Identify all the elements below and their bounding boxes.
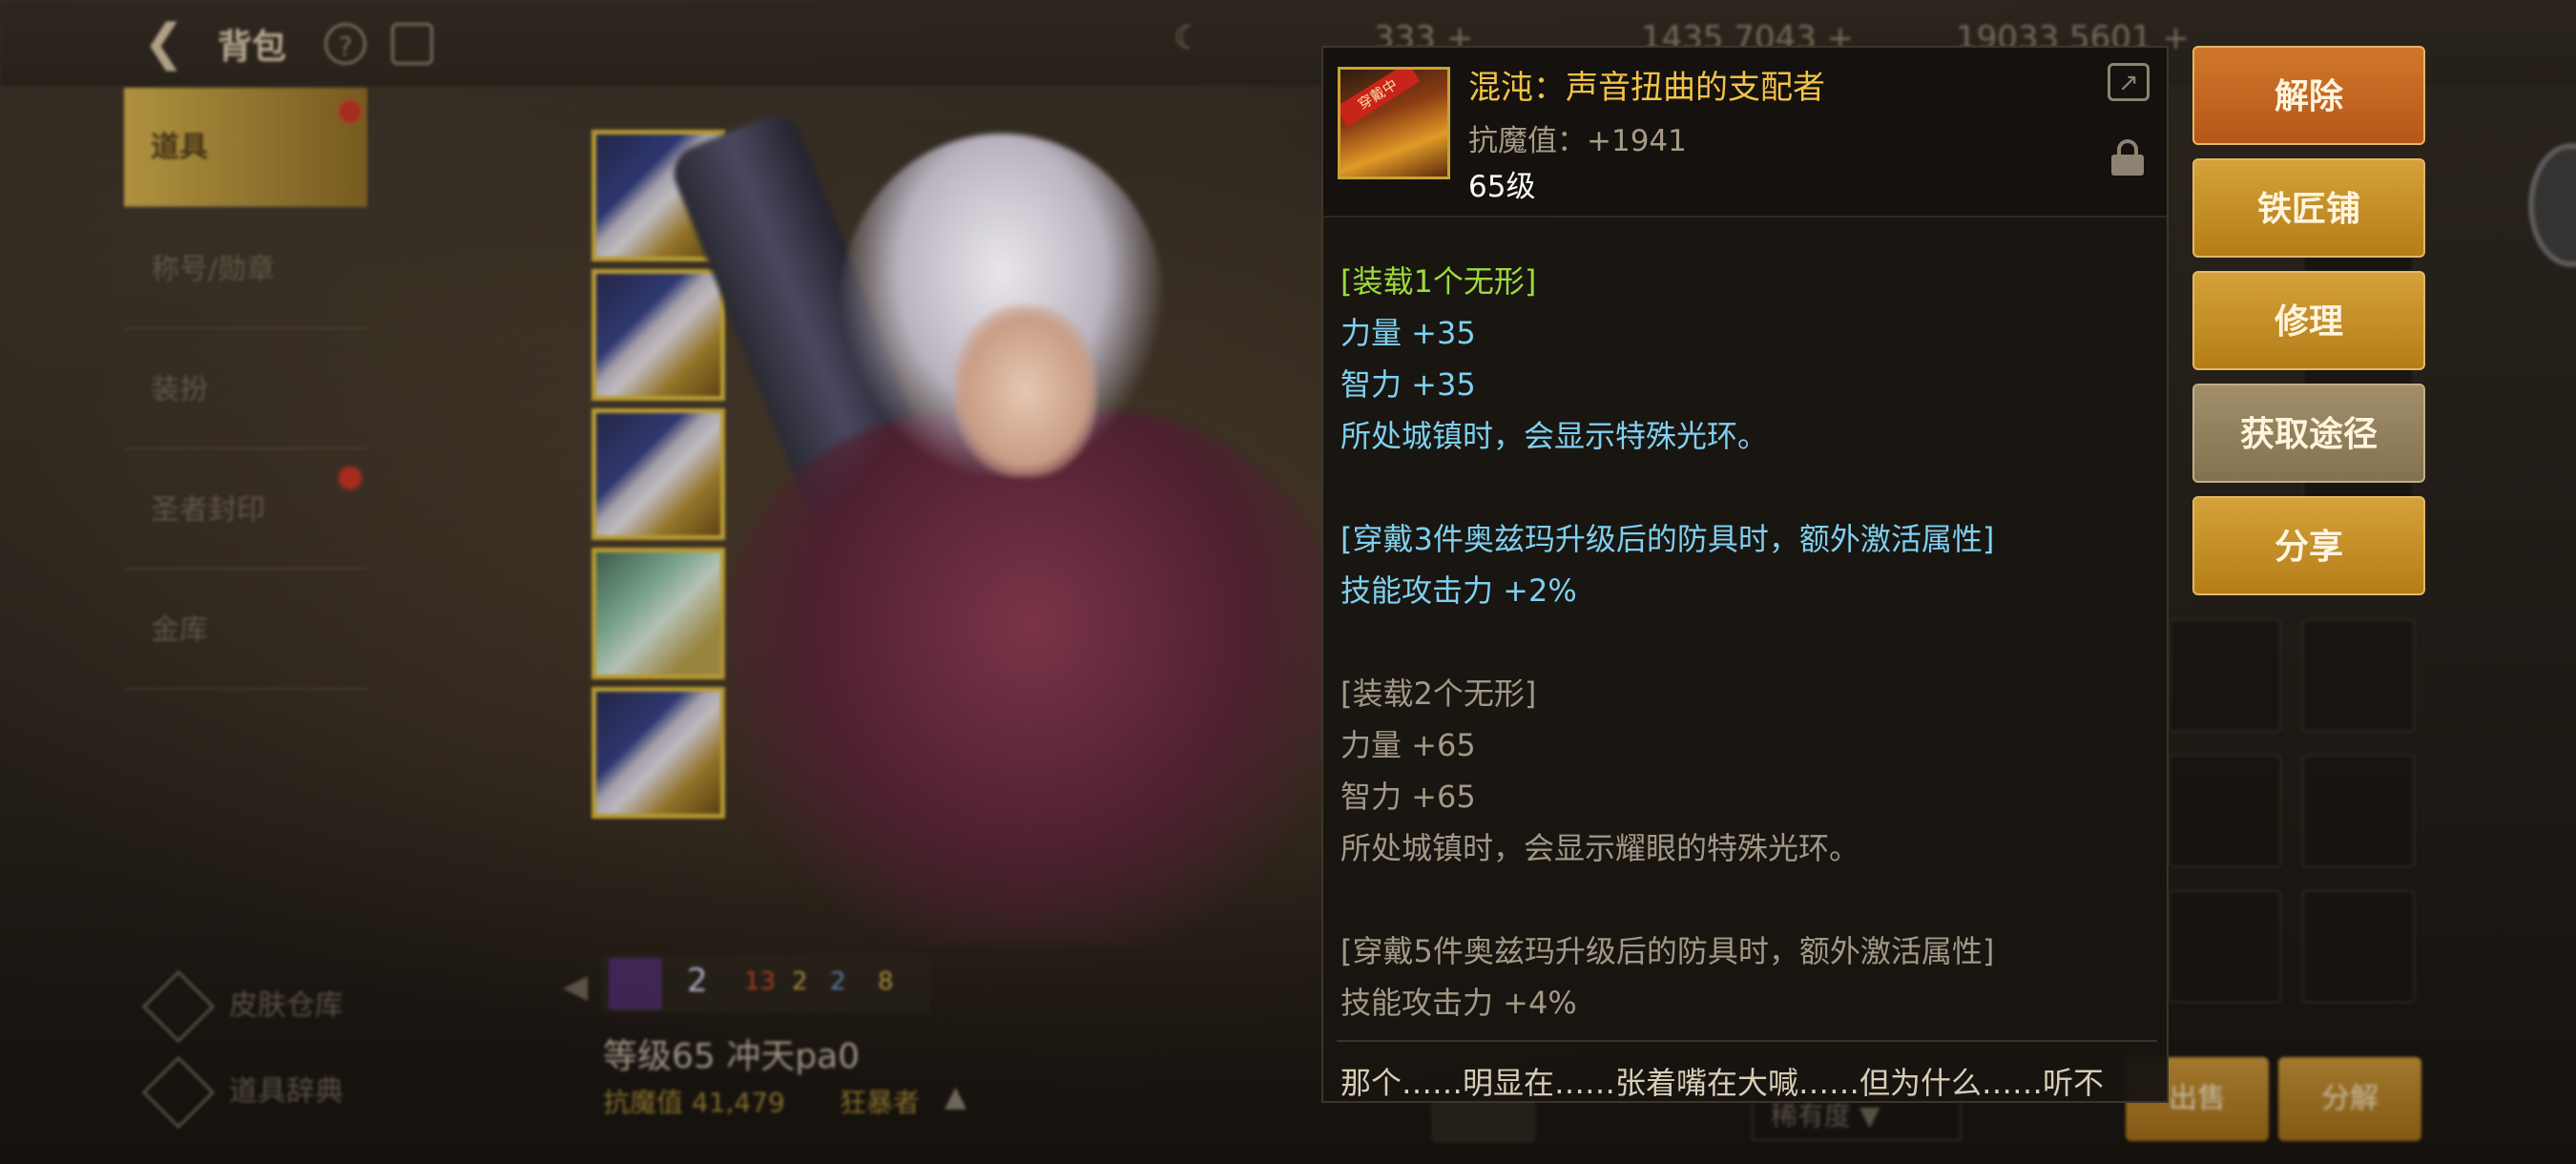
tooltip-line: 所处城镇时，会显示耀眼的特殊光环。 bbox=[1340, 830, 1860, 866]
tooltip-line: [穿戴5件奥兹玛升级后的防具时，额外激活属性] bbox=[1340, 933, 1995, 969]
flavor-text: 那个……明显在……张着嘴在大喊……但为什么……听不 bbox=[1340, 1065, 2105, 1101]
prev-arrow-icon[interactable]: ◀ bbox=[563, 967, 588, 1006]
sidebar-item-label: 道具 bbox=[151, 131, 208, 164]
tooltip-line: [装载1个无形] bbox=[1340, 263, 1537, 300]
character-power: 抗魔值 41,479 bbox=[603, 1087, 785, 1118]
avatar bbox=[609, 958, 662, 1009]
repair-button[interactable]: 修理 bbox=[2192, 271, 2425, 370]
tooltip-line: 技能攻击力 +4% bbox=[1340, 985, 1577, 1021]
inventory-cell[interactable] bbox=[2301, 618, 2416, 733]
stat-value: 2 bbox=[792, 967, 808, 996]
repair-label: 修理 bbox=[2274, 302, 2343, 342]
share-icon[interactable]: ↗ bbox=[2108, 63, 2150, 101]
inventory-cell[interactable] bbox=[2168, 889, 2282, 1004]
help-icon[interactable]: ? bbox=[324, 23, 366, 65]
character-body bbox=[725, 410, 1336, 945]
item-dictionary-link[interactable]: 道具辞典 bbox=[141, 1055, 343, 1130]
sidebar-item-seals[interactable]: 圣者封印 bbox=[124, 450, 367, 570]
stat-value: 8 bbox=[878, 967, 894, 996]
equip-slot[interactable] bbox=[592, 269, 725, 401]
skin-storage-label: 皮肤仓库 bbox=[229, 988, 343, 1023]
inventory-cell[interactable] bbox=[2168, 618, 2282, 733]
item-tooltip: 穿戴中 混沌：声音扭曲的支配者 抗魔值：+1941 65级 ↗ [装载1个无形]… bbox=[1321, 46, 2169, 1103]
character-job: 狂暴者 bbox=[840, 1087, 921, 1118]
blacksmith-label: 铁匠铺 bbox=[2256, 190, 2360, 229]
equip-slot[interactable] bbox=[592, 548, 725, 679]
tooltip-line: 力量 +65 bbox=[1340, 727, 1476, 763]
notification-badge bbox=[340, 101, 361, 122]
unequip-button[interactable]: 解除 bbox=[2192, 46, 2425, 145]
stat-value: 2 bbox=[687, 962, 708, 1000]
obtain-route-button[interactable]: 获取途径 bbox=[2192, 384, 2425, 483]
stat-value: 13 bbox=[744, 967, 777, 996]
sidebar-item-label: 装扮 bbox=[151, 373, 208, 406]
obtain-route-label: 获取途径 bbox=[2239, 415, 2378, 454]
tooltip-line: 力量 +35 bbox=[1340, 315, 1476, 351]
sidebar-item-items[interactable]: 道具 bbox=[124, 88, 367, 207]
equip-slot[interactable] bbox=[592, 408, 725, 540]
sidebar-item-label: 圣者封印 bbox=[151, 493, 265, 527]
item-dictionary-label: 道具辞典 bbox=[229, 1074, 343, 1109]
lock-body bbox=[2111, 155, 2144, 176]
item-icon: 穿戴中 bbox=[1338, 67, 1450, 179]
back-arrow-icon[interactable]: ❮ bbox=[143, 17, 200, 69]
inventory-cell[interactable] bbox=[2301, 889, 2416, 1004]
dictionary-icon bbox=[141, 1055, 216, 1130]
moon-currency-icon: ☾ bbox=[1174, 19, 1203, 57]
top-bar: ❮ 背包 ? ☾ 333 + 1435 7043 + 19033 5601 + bbox=[0, 0, 2576, 86]
tooltip-header: 穿戴中 混沌：声音扭曲的支配者 抗魔值：+1941 65级 ↗ bbox=[1323, 48, 2167, 218]
sidebar-item-avatar[interactable]: 装扮 bbox=[124, 330, 367, 449]
disassemble-label: 分解 bbox=[2321, 1082, 2379, 1115]
character-face bbox=[954, 305, 1097, 477]
lock-icon[interactable] bbox=[2111, 139, 2144, 176]
sidebar-item-label: 称号/勋章 bbox=[151, 253, 276, 286]
sell-label: 出售 bbox=[2169, 1082, 2226, 1115]
unequip-label: 解除 bbox=[2274, 77, 2343, 116]
sidebar-item-titles[interactable]: 称号/勋章 bbox=[124, 210, 367, 329]
sidebar-item-label: 金库 bbox=[151, 613, 208, 647]
inventory-cell[interactable] bbox=[2168, 754, 2282, 868]
bottom-center-icon[interactable] bbox=[1431, 1097, 1536, 1143]
equip-slot[interactable] bbox=[592, 687, 725, 819]
skin-storage-icon bbox=[141, 969, 216, 1044]
item-resist: 抗魔值：+1941 bbox=[1468, 124, 1687, 158]
tooltip-line: 所处城镇时，会显示特殊光环。 bbox=[1340, 418, 1769, 454]
item-level: 65级 bbox=[1468, 170, 1536, 204]
character-name: 等级65 冲天pa0 bbox=[603, 1037, 861, 1076]
share-label: 分享 bbox=[2274, 528, 2343, 567]
inventory-cell[interactable] bbox=[2301, 754, 2416, 868]
blacksmith-button[interactable]: 铁匠铺 bbox=[2192, 158, 2425, 258]
bag-icon[interactable] bbox=[391, 23, 433, 65]
equipped-ribbon: 穿戴中 bbox=[1340, 70, 1421, 128]
item-name: 混沌：声音扭曲的支配者 bbox=[1468, 69, 1825, 107]
share-button[interactable]: 分享 bbox=[2192, 496, 2425, 595]
divider bbox=[1337, 1040, 2157, 1042]
tooltip-line: 智力 +65 bbox=[1340, 779, 1476, 815]
tooltip-line: [穿戴3件奥兹玛升级后的防具时，额外激活属性] bbox=[1340, 521, 1995, 557]
skin-storage-link[interactable]: 皮肤仓库 bbox=[141, 969, 343, 1044]
tooltip-line: 技能攻击力 +2% bbox=[1340, 572, 1577, 609]
notification-badge bbox=[340, 468, 361, 488]
expand-icon[interactable]: ▲ bbox=[945, 1080, 966, 1113]
stat-value: 2 bbox=[830, 967, 846, 996]
page-title: 背包 bbox=[218, 28, 287, 67]
tooltip-line: 智力 +35 bbox=[1340, 366, 1476, 403]
rarity-label: 稀有度 bbox=[1771, 1100, 1852, 1132]
stat-strip: 2 13 2 2 8 bbox=[601, 954, 930, 1013]
sidebar-item-vault[interactable]: 金库 bbox=[124, 571, 367, 690]
disassemble-button[interactable]: 分解 bbox=[2278, 1057, 2421, 1141]
tooltip-line: [装载2个无形] bbox=[1340, 676, 1537, 712]
